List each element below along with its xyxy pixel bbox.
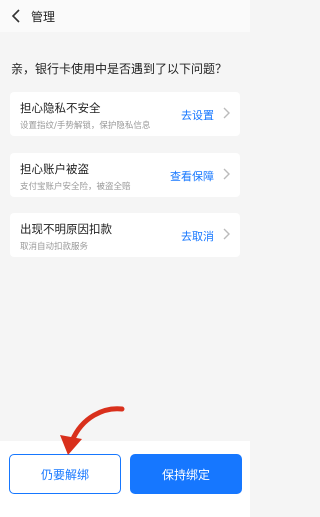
card-privacy[interactable]: 担心隐私不安全 设置指纹/手势解锁，保护隐私信息 去设置 <box>10 92 240 136</box>
chevron-right-icon <box>223 228 230 240</box>
question-text: 亲，银行卡使用中是否遇到了以下问题？ <box>11 62 228 76</box>
chevron-left-icon <box>11 9 20 23</box>
card-subtitle: 取消自动扣款服务 <box>20 242 89 252</box>
card-title: 担心账户被盗 <box>20 162 89 176</box>
card-account-theft[interactable]: 担心账户被盗 支付宝账户安全险，被盗全赔 查看保障 <box>10 153 240 197</box>
card-action-link[interactable]: 去取消 <box>181 228 214 244</box>
chevron-right-icon <box>223 168 230 180</box>
card-unknown-charge[interactable]: 出现不明原因扣款 取消自动扣款服务 去取消 <box>10 213 240 257</box>
top-bar: 管理 <box>0 0 250 32</box>
card-title: 担心隐私不安全 <box>20 101 101 115</box>
chevron-right-icon <box>223 107 230 119</box>
keep-binding-button[interactable]: 保持绑定 <box>130 454 242 494</box>
card-title: 出现不明原因扣款 <box>20 222 112 236</box>
back-button[interactable] <box>8 8 24 24</box>
annotation-arrow-icon <box>60 406 125 455</box>
page-title: 管理 <box>31 10 56 24</box>
card-action-link[interactable]: 查看保障 <box>170 168 214 184</box>
card-subtitle: 设置指纹/手势解锁，保护隐私信息 <box>20 121 151 131</box>
card-action-link[interactable]: 去设置 <box>181 107 214 123</box>
card-subtitle: 支付宝账户安全险，被盗全赔 <box>20 182 131 192</box>
